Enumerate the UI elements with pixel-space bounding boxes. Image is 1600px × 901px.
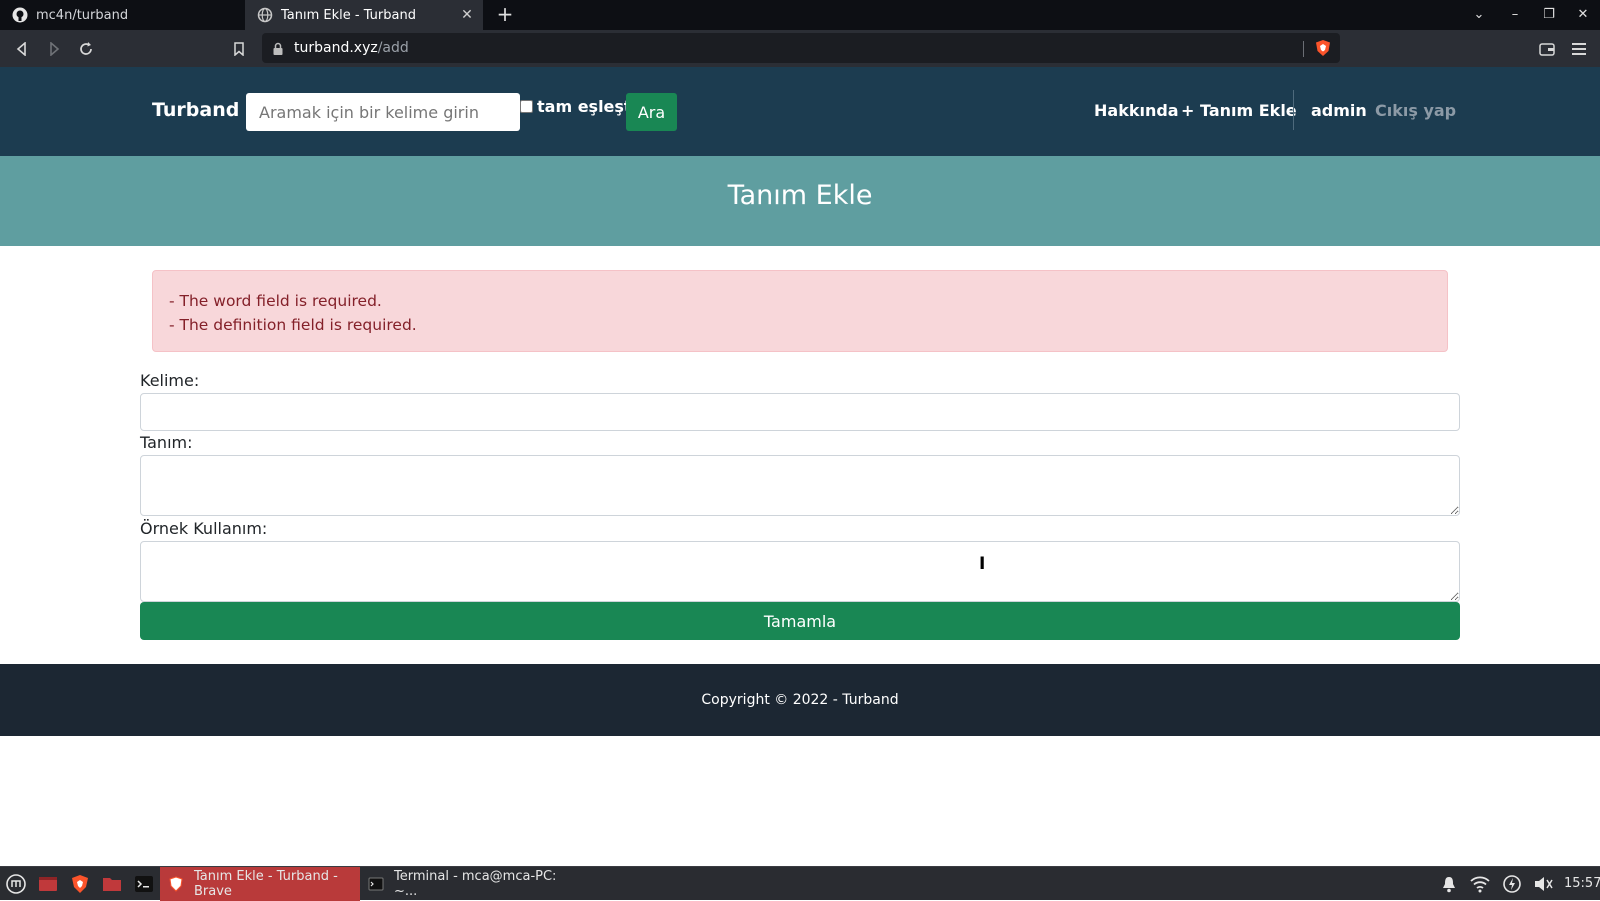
globe-icon [257,7,273,23]
brave-icon [168,876,184,892]
tab-list-chevron-icon[interactable]: ⌄ [1470,6,1488,24]
search-button[interactable]: Ara [626,93,677,131]
brand-logo[interactable]: Turband [152,99,239,121]
back-icon[interactable] [11,38,33,60]
start-menu-icon[interactable] [6,874,26,894]
nav-logout-link[interactable]: Cıkış yap [1375,101,1456,120]
volume-icon[interactable] [1533,875,1553,893]
error-message: - The definition field is required. [169,316,417,334]
os-taskbar: Tanım Ekle - Turband - Brave Terminal - … [0,866,1600,901]
word-input[interactable] [140,393,1460,431]
nav-divider [1293,90,1294,130]
close-tab-icon[interactable]: ✕ [459,7,475,23]
url-host: turband.xyz [294,40,378,56]
close-window-icon[interactable]: ✕ [1574,6,1592,24]
lock-icon [272,41,286,55]
word-label: Kelime: [140,371,200,390]
taskbar-task-terminal[interactable]: Terminal - mca@mca-PC: ~... [360,867,570,901]
minimize-icon[interactable]: – [1506,6,1524,24]
wallet-icon[interactable] [1536,38,1558,60]
brave-launcher-icon[interactable] [70,874,90,894]
wifi-icon[interactable] [1470,875,1490,893]
definition-label: Tanım: [140,433,193,452]
tab-title: mc4n/turband [36,7,129,23]
new-tab-icon[interactable]: + [494,4,516,26]
github-icon [12,7,28,23]
page-title: Tanım Ekle [727,180,873,211]
nav-add-definition-link[interactable]: + Tanım Ekle [1181,101,1297,120]
browser-tab-strip: mc4n/turband Tanım Ekle - Turband ✕ + ⌄ … [0,0,1600,30]
clock: 15:57 [1564,876,1600,891]
url-text: turband.xyz/add [294,40,409,56]
restore-icon[interactable]: ❐ [1540,6,1558,24]
browser-toolbar: turband.xyz/add [0,30,1600,67]
browser-tab-active[interactable]: Tanım Ekle - Turband ✕ [245,0,483,30]
power-icon[interactable] [1503,875,1523,893]
copyright-text: Copyright © 2022 - Turband [701,692,899,708]
example-usage-textarea[interactable] [140,541,1460,602]
url-separator [1303,41,1304,57]
error-alert: - The word field is required. - The defi… [152,270,1448,352]
search-input[interactable] [246,93,520,131]
example-usage-label: Örnek Kullanım: [140,519,268,538]
page-header-banner: Tanım Ekle [0,156,1600,246]
tab-title: Tanım Ekle - Turband [281,7,416,23]
error-message: - The word field is required. [169,292,382,310]
nav-user-link[interactable]: admin [1311,101,1367,120]
forward-icon[interactable] [43,38,65,60]
site-navbar: Turband tam eşleştir Ara Hakkında + Tanı… [0,67,1600,156]
taskbar-task-brave[interactable]: Tanım Ekle - Turband - Brave [160,867,360,901]
brave-shield-icon[interactable] [1314,39,1332,57]
task-title: Terminal - mca@mca-PC: ~... [394,869,557,899]
terminal-launcher-icon[interactable] [134,874,154,894]
submit-button[interactable]: Tamamla [140,602,1460,640]
menu-icon[interactable] [1568,38,1590,60]
terminal-icon [368,876,384,892]
show-desktop-icon[interactable] [38,874,58,894]
exact-match-checkbox[interactable] [520,100,533,113]
reload-icon[interactable] [75,38,97,60]
site-footer: Copyright © 2022 - Turband [0,664,1600,736]
nav-about-link[interactable]: Hakkında [1094,101,1179,120]
bookmark-icon[interactable] [228,38,250,60]
url-path: /add [377,40,409,56]
notifications-icon[interactable] [1440,875,1460,893]
text-cursor-icon: I [979,554,986,574]
task-title: Tanım Ekle - Turband - Brave [194,869,338,899]
address-bar[interactable]: turband.xyz/add [262,33,1340,63]
browser-tab-github[interactable]: mc4n/turband [0,0,244,30]
file-manager-icon[interactable] [102,874,122,894]
definition-textarea[interactable] [140,455,1460,516]
